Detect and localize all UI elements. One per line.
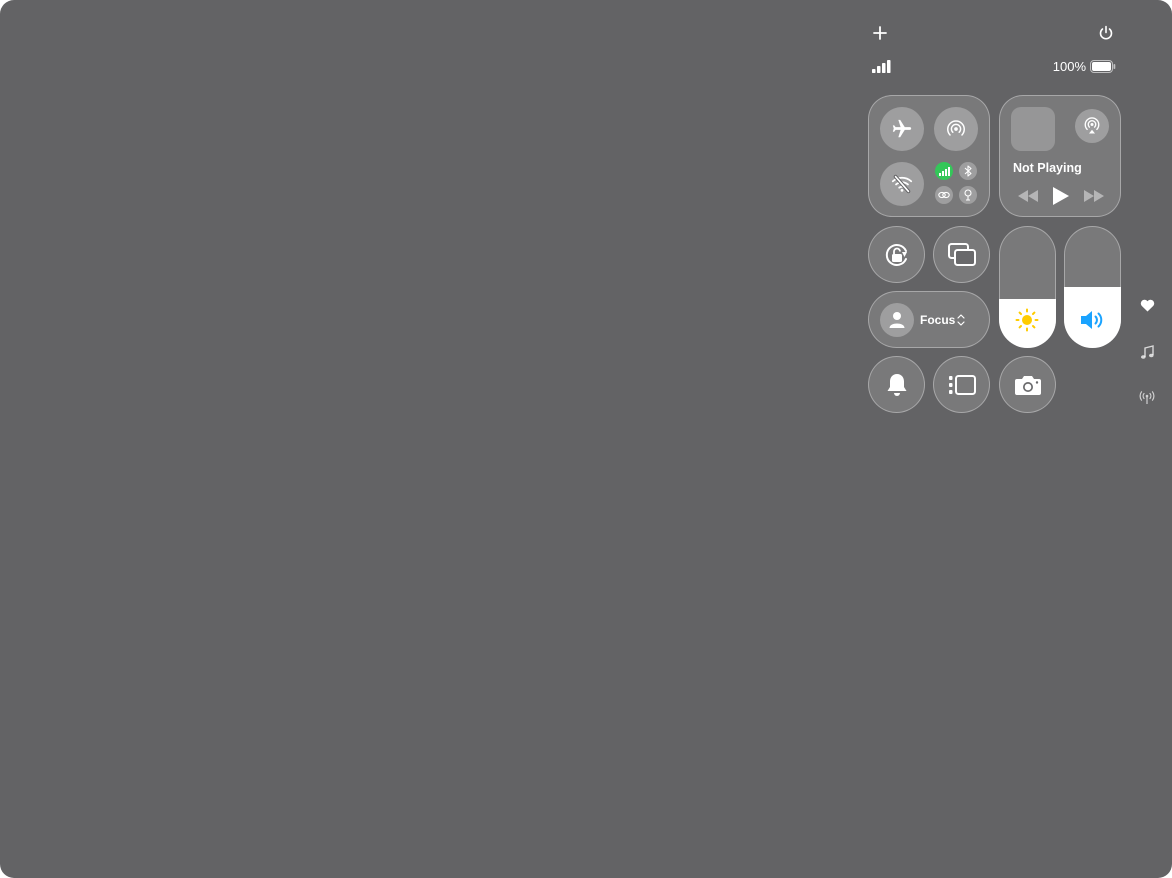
- connectivity-module: [868, 95, 990, 217]
- battery-percentage: 100%: [1052, 59, 1086, 74]
- music-note-icon: [1141, 344, 1154, 359]
- add-control-button[interactable]: [869, 22, 891, 44]
- stage-manager-icon: [948, 374, 976, 395]
- favorites-page-indicator[interactable]: [1136, 294, 1158, 316]
- focus-label: Focus: [920, 313, 956, 327]
- bluetooth-icon: [964, 165, 972, 177]
- screen-mirroring-button[interactable]: [933, 226, 990, 283]
- connectivity-page-indicator[interactable]: [1136, 387, 1158, 409]
- now-playing-module[interactable]: Not Playing: [999, 95, 1121, 217]
- rewind-icon: [1018, 190, 1038, 202]
- bluetooth-button[interactable]: [959, 162, 977, 180]
- brightness-slider[interactable]: [999, 226, 1056, 348]
- antenna-icon: [1139, 391, 1155, 404]
- play-button[interactable]: [1049, 184, 1073, 208]
- link-icon: [938, 191, 950, 199]
- airplane-icon: [892, 119, 912, 138]
- screen-mirroring-icon: [947, 242, 976, 266]
- signal-bar: [882, 63, 886, 73]
- album-artwork: [1011, 107, 1055, 151]
- battery-icon: [1090, 60, 1116, 73]
- camera-icon: [1014, 375, 1041, 395]
- cellular-data-button[interactable]: [935, 162, 953, 180]
- airdrop-button[interactable]: [934, 107, 978, 151]
- speaker-icon: [1078, 306, 1106, 334]
- plus-icon: [873, 26, 887, 40]
- cellular-signal-indicator: [872, 60, 894, 73]
- camera-button[interactable]: [999, 356, 1056, 413]
- satellite-button[interactable]: [959, 186, 977, 204]
- satellite-icon: [964, 189, 972, 201]
- chevron-updown-icon: [957, 313, 965, 327]
- signal-bar: [877, 66, 881, 73]
- now-playing-title: Not Playing: [1013, 161, 1082, 175]
- airplay-audio-icon: [1084, 117, 1100, 134]
- music-page-indicator[interactable]: [1136, 341, 1158, 363]
- focus-avatar: [880, 303, 914, 337]
- connectivity-mini-grid: [934, 162, 980, 208]
- battery-indicator: [1090, 60, 1116, 73]
- power-button[interactable]: [1095, 22, 1117, 44]
- power-icon: [1099, 25, 1113, 40]
- signal-bar: [872, 69, 876, 73]
- fast-forward-button[interactable]: [1082, 187, 1106, 205]
- personal-hotspot-button[interactable]: [935, 186, 953, 204]
- rotation-lock-icon: [885, 243, 907, 266]
- sun-icon: [1013, 306, 1041, 334]
- stage-manager-button[interactable]: [933, 356, 990, 413]
- airplane-mode-button[interactable]: [880, 107, 924, 151]
- airdrop-icon: [947, 120, 965, 136]
- cellular-icon: [938, 166, 950, 176]
- focus-button[interactable]: Focus: [868, 291, 990, 348]
- wifi-button[interactable]: [880, 162, 924, 206]
- wifi-off-icon: [891, 174, 913, 194]
- volume-slider[interactable]: [1064, 226, 1121, 348]
- rewind-button[interactable]: [1016, 187, 1040, 205]
- control-center-screen: 100% Not Playing Focus: [0, 0, 1172, 878]
- play-icon: [1053, 187, 1069, 205]
- signal-bars-icon: [872, 60, 891, 73]
- person-icon: [889, 312, 905, 328]
- signal-bar: [887, 60, 891, 73]
- bell-icon: [887, 373, 906, 396]
- heart-icon: [1140, 299, 1154, 311]
- silent-mode-button[interactable]: [868, 356, 925, 413]
- airplay-button[interactable]: [1075, 109, 1109, 143]
- fast-forward-icon: [1084, 190, 1104, 202]
- orientation-lock-button[interactable]: [868, 226, 925, 283]
